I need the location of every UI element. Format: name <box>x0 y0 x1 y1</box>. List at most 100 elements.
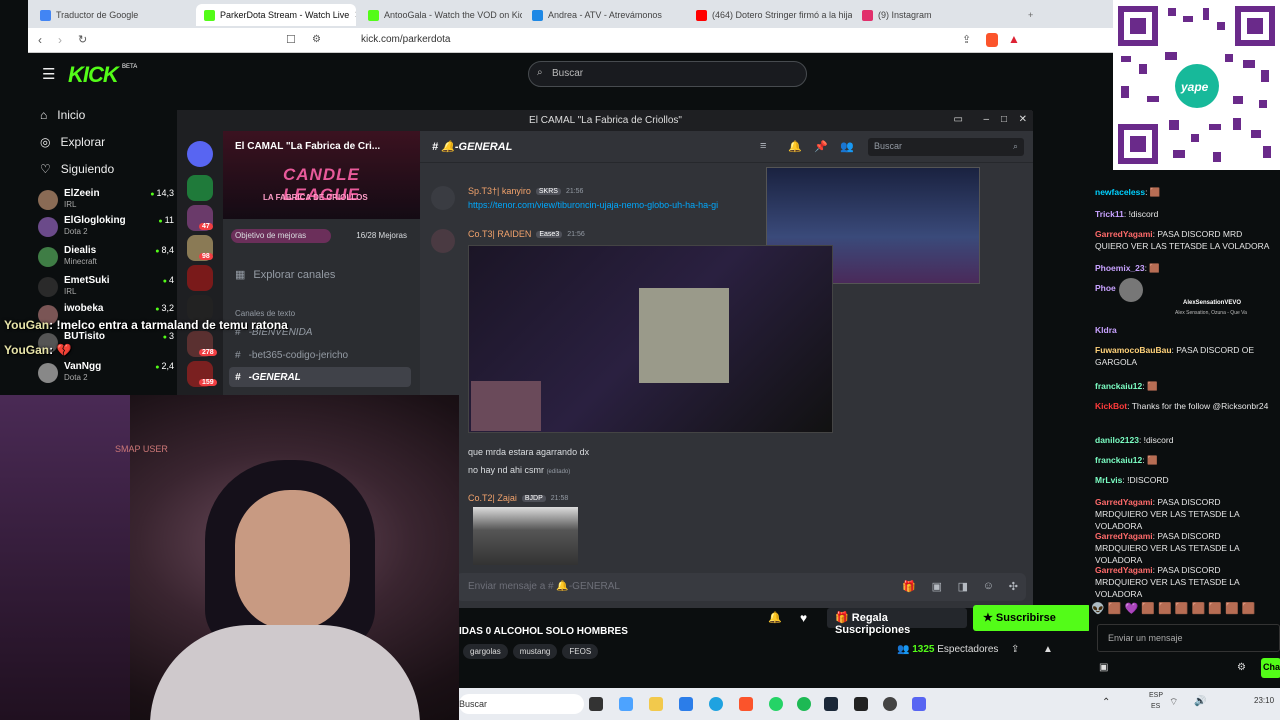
nav-inicio[interactable]: ⌂ Inicio <box>40 108 85 122</box>
brave-icon[interactable] <box>739 697 753 711</box>
channel-item-general[interactable]: # -GENERAL <box>235 372 301 383</box>
tag-chip[interactable]: gargolas <box>463 644 508 659</box>
followed-channel[interactable]: EmetSukiIRL4 <box>38 275 174 301</box>
followed-channel[interactable]: DiealisMinecraft8,4 <box>38 245 174 271</box>
chat-username[interactable]: GarredYagami <box>1095 565 1153 575</box>
chat-username[interactable]: GarredYagami <box>1095 229 1153 239</box>
server-name[interactable]: El CAMAL "La Fabrica de Cri... <box>235 141 405 152</box>
sticker-icon[interactable]: ◨ <box>958 580 968 593</box>
boost-goal[interactable]: Objetivo de mejoras 16/28 Mejoras <box>231 229 411 243</box>
explore-channels[interactable]: ▦ Explorar canales <box>235 268 335 282</box>
nav-explorar[interactable]: ◎ Explorar <box>40 135 105 149</box>
taskbar-search[interactable]: Buscar <box>459 694 584 714</box>
emoji-icon[interactable]: ☺ <box>983 580 994 592</box>
gift-subs-button[interactable]: 🎁 Regala Suscripciones <box>827 608 967 636</box>
chat-username[interactable]: FuwamocoBauBau <box>1095 345 1172 355</box>
bookmark-icon[interactable]: ☐ <box>286 33 296 46</box>
chat-username[interactable]: GarredYagami <box>1095 497 1153 507</box>
message-link[interactable]: https://tenor.com/view/tiburoncin-ujaja-… <box>468 200 768 210</box>
nav-siguiendo[interactable]: ♡ Siguiendo <box>40 162 114 176</box>
steam-icon[interactable] <box>824 697 838 711</box>
app-icon[interactable] <box>854 697 868 711</box>
browser-tab-active[interactable]: ParkerDota Stream - Watch Live✕ <box>196 4 356 26</box>
back-icon[interactable]: ‹ <box>38 33 42 47</box>
avatar[interactable] <box>431 229 455 253</box>
chat-username[interactable]: Kldra <box>1095 325 1117 335</box>
threads-icon[interactable]: ≡ <box>760 140 766 152</box>
clock[interactable]: 23:10 <box>1254 696 1274 705</box>
browser-tab[interactable]: (464) Dotero Stringer firmó a la hija <box>688 4 852 26</box>
chevron-up-icon[interactable]: ⌃ <box>1102 697 1110 708</box>
folder-icon[interactable] <box>649 697 663 711</box>
settings-icon[interactable]: ⚙ <box>1237 662 1246 673</box>
new-tab-icon[interactable]: + <box>1020 4 1040 26</box>
chat-username[interactable]: franckaiu12 <box>1095 381 1142 391</box>
chat-username[interactable]: franckaiu12 <box>1095 455 1142 465</box>
apps-icon[interactable]: ✣ <box>1009 580 1018 593</box>
obs-icon[interactable] <box>883 697 897 711</box>
spotify-icon[interactable] <box>797 697 811 711</box>
bell-icon[interactable]: 🔔 <box>788 140 802 153</box>
language-indicator[interactable]: ESP <box>1149 692 1163 699</box>
discord-search-input[interactable]: Buscar ⌕ <box>868 138 1024 156</box>
message-composer[interactable]: Enviar mensaje a # 🔔-GENERAL 🎁 ▣ ◨ ☺ ✣ <box>456 573 1026 601</box>
minimize-icon[interactable]: – <box>983 114 989 125</box>
chat-input[interactable]: Enviar un mensaje <box>1097 624 1280 652</box>
forward-icon[interactable]: › <box>58 33 62 47</box>
discord-icon[interactable] <box>912 697 926 711</box>
task-view-icon[interactable] <box>589 697 603 711</box>
site-info-icon[interactable]: ⚙ <box>312 34 321 45</box>
copilot-icon[interactable] <box>619 697 633 711</box>
tag-chip[interactable]: mustang <box>512 644 558 659</box>
chat-username[interactable]: GarredYagami <box>1095 531 1153 541</box>
members-icon[interactable]: 👥 <box>840 140 854 153</box>
reload-icon[interactable]: ↻ <box>78 33 87 46</box>
screenshot-image-embed[interactable] <box>468 245 833 433</box>
gift-icon[interactable]: ▣ <box>1099 662 1108 673</box>
rewards-icon[interactable]: ▲ <box>1008 32 1020 46</box>
avatar[interactable] <box>431 186 455 210</box>
close-tab-icon[interactable]: ✕ <box>354 10 356 21</box>
subscribe-button[interactable]: ★ Suscribirse <box>973 605 1091 631</box>
phone-image-embed[interactable] <box>473 507 578 565</box>
pin-icon[interactable]: 📌 <box>814 140 828 153</box>
message-author[interactable]: Sp.T3†| kanyiro <box>468 186 531 196</box>
chat-username[interactable]: newfaceless <box>1095 187 1145 197</box>
whatsapp-icon[interactable] <box>769 697 783 711</box>
edge-icon[interactable] <box>709 697 723 711</box>
kick-logo[interactable]: KICK <box>68 62 119 88</box>
wifi-icon[interactable]: ⌔ <box>1169 696 1178 709</box>
server-icon[interactable] <box>187 175 213 201</box>
chat-username[interactable]: KickBot <box>1095 401 1127 411</box>
server-icon[interactable] <box>187 265 213 291</box>
store-icon[interactable] <box>679 697 693 711</box>
share-icon[interactable]: ⇪ <box>962 33 971 46</box>
gif-icon[interactable]: ▣ <box>932 580 942 593</box>
chat-username[interactable]: Phoe <box>1095 283 1116 293</box>
chat-username[interactable]: Phoemix_23 <box>1095 263 1145 273</box>
chat-username[interactable]: MrLvis <box>1095 475 1122 485</box>
report-icon[interactable]: ▲ <box>1043 644 1053 655</box>
menu-icon[interactable]: ☰ <box>42 65 55 83</box>
chat-username[interactable]: Trick11 <box>1095 209 1124 219</box>
share-icon[interactable]: ⇪ <box>1011 644 1019 655</box>
message-author[interactable]: Co.T2| Zajai <box>468 493 517 503</box>
search-input[interactable]: ⌕ Buscar <box>528 61 807 87</box>
followed-channel[interactable]: ElGloglokingDota 211 <box>38 215 174 241</box>
browser-tab[interactable]: (9) Instagram <box>854 4 1018 26</box>
discord-home-icon[interactable] <box>187 141 213 167</box>
tag-chip[interactable]: FEOS <box>562 644 599 659</box>
brave-shield-icon[interactable] <box>986 33 998 47</box>
message-author[interactable]: Co.T3| RAIDEN <box>468 229 531 239</box>
url-field[interactable]: kick.com/parkerdota <box>361 34 450 45</box>
maximize-icon[interactable]: □ <box>1001 114 1007 125</box>
browser-tab[interactable]: Andrea - ATV - Atrevámonos <box>524 4 686 26</box>
chat-username[interactable]: danilo2123 <box>1095 435 1139 445</box>
browser-tab[interactable]: AntooGala - Watch the VOD on Kick <box>360 4 522 26</box>
volume-icon[interactable]: 🔊 <box>1194 696 1206 707</box>
inbox-icon[interactable]: ▭ <box>954 114 963 125</box>
bell-icon[interactable]: 🔔 <box>768 611 782 624</box>
heart-icon[interactable]: ♥ <box>800 611 807 625</box>
close-window-icon[interactable]: ✕ <box>1019 114 1027 125</box>
gift-icon[interactable]: 🎁 <box>902 580 916 593</box>
